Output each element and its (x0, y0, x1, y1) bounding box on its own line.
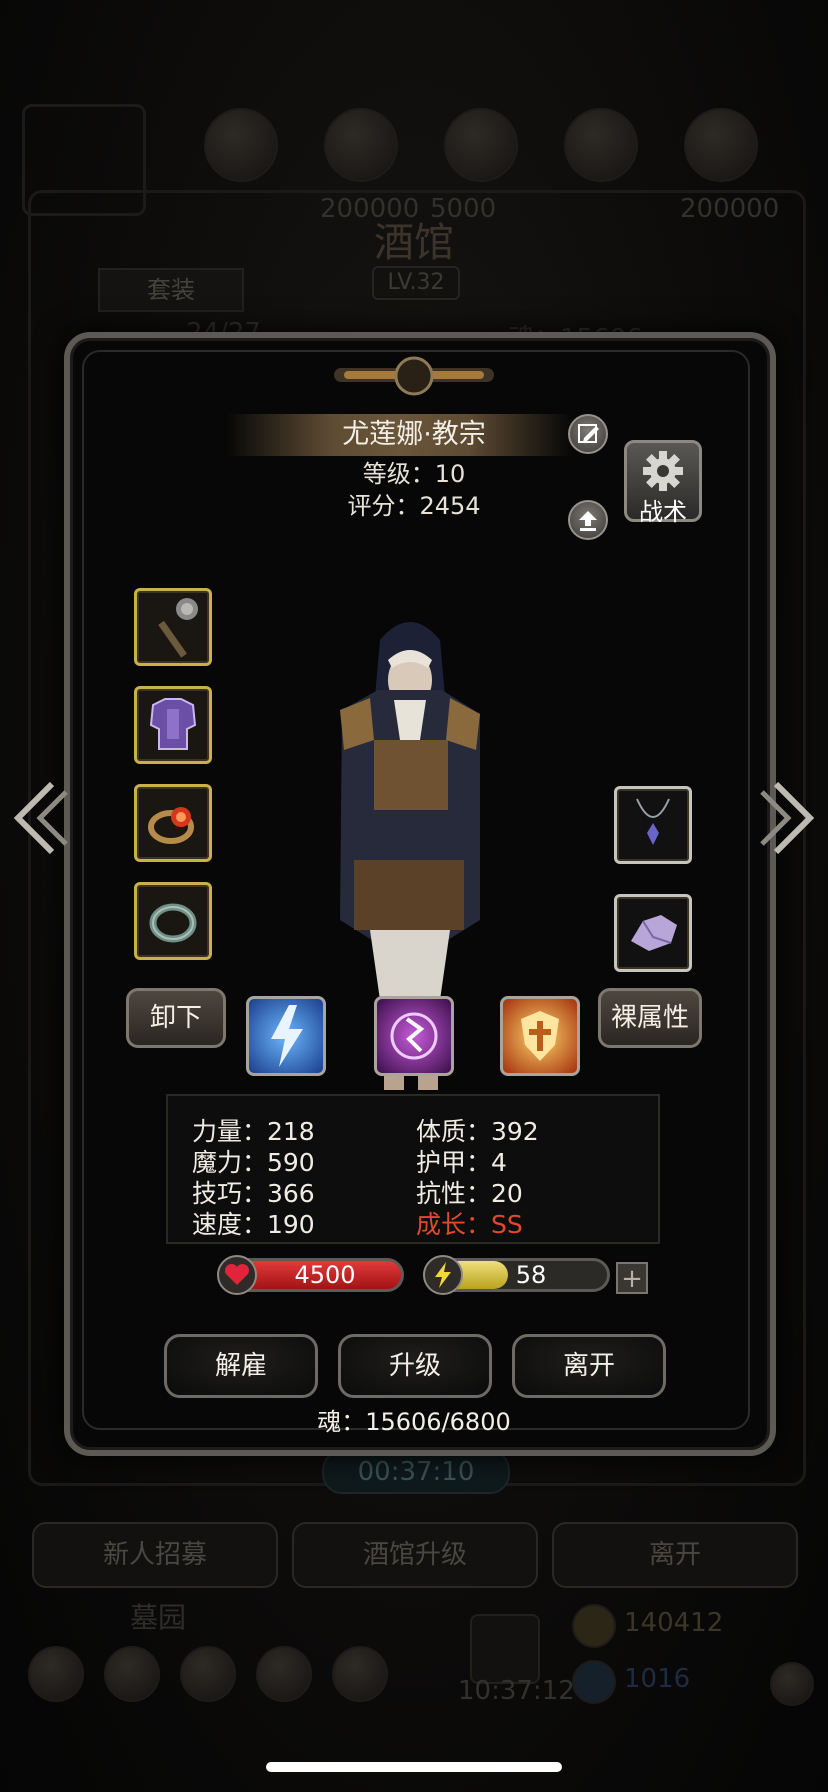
upgrade-button[interactable]: 升级 (338, 1334, 492, 1398)
clock: 10:37:12 (458, 1676, 575, 1706)
timer: 00:37:10 (322, 1450, 510, 1494)
prev-hero-arrow-icon[interactable] (12, 778, 68, 858)
hero-score: 评分：2454 (347, 492, 481, 520)
ruby-ring-icon (148, 807, 194, 844)
ring-slot-2[interactable] (134, 882, 212, 960)
gold-amount: 140412 (624, 1608, 724, 1638)
resource-icon (324, 108, 398, 182)
soul-counter: 魂：15606/6800 (317, 1408, 511, 1436)
skill-slot-2[interactable] (374, 996, 454, 1076)
edit-icon (578, 424, 599, 443)
crescent-emblem-icon (334, 356, 494, 396)
weapon-slot[interactable] (134, 588, 212, 666)
energy-value: 58 (515, 1261, 547, 1289)
tavern-level: LV.32 (372, 266, 460, 300)
unequip-button[interactable]: 卸下 (126, 988, 226, 1048)
tavern-upgrade-button: 酒馆升级 (292, 1522, 538, 1588)
jade-ring-icon (149, 903, 197, 943)
next-hero-arrow-icon[interactable] (760, 778, 816, 858)
gear-icon (643, 451, 683, 491)
gem-icon (572, 1660, 616, 1704)
hero-name: 尤莲娜·教宗 (342, 419, 486, 450)
holy-shield-skill-icon (521, 1011, 559, 1061)
resource-icon (444, 108, 518, 182)
set-tab: 套装 (98, 268, 244, 312)
share-button[interactable] (568, 500, 608, 540)
upload-icon (579, 511, 597, 531)
armor-slot[interactable] (134, 686, 212, 764)
amethyst-necklace-icon (636, 798, 670, 845)
resource-icon (564, 108, 638, 182)
graveyard-label: 墓园 (130, 1601, 187, 1634)
purple-sigil-skill-icon (390, 1012, 438, 1060)
nav-icon (256, 1646, 312, 1702)
base-attributes-button[interactable]: 裸属性 (598, 988, 702, 1048)
trinket-slot[interactable] (614, 894, 692, 972)
gem-amount: 1016 (624, 1664, 691, 1694)
hp-value: 4500 (294, 1261, 356, 1289)
home-indicator[interactable] (266, 1762, 562, 1772)
resource-icon (204, 108, 278, 182)
purple-armor-icon (149, 698, 197, 750)
tavern-title: 酒馆 (374, 220, 454, 266)
add-energy-button[interactable]: + (616, 1262, 648, 1294)
tavern-leave-button: 离开 (552, 1522, 798, 1588)
nav-icon (180, 1646, 236, 1702)
necklace-slot[interactable] (614, 786, 692, 864)
resource-icon (684, 108, 758, 182)
add-icon (770, 1662, 814, 1706)
dismiss-button[interactable]: 解雇 (164, 1334, 318, 1398)
amethyst-crystal-icon (631, 915, 677, 951)
lightning-skill-icon (271, 1005, 303, 1067)
stat-speed: 速度：190 (192, 1210, 315, 1239)
stat-growth: 成长：SS (416, 1210, 523, 1239)
skill-slot-1[interactable] (246, 996, 326, 1076)
tactics-label: 战术 (639, 498, 687, 526)
gold-icon (572, 1604, 616, 1648)
chest-icon (470, 1614, 540, 1684)
nav-icon (28, 1646, 84, 1702)
leave-button[interactable]: 离开 (512, 1334, 666, 1398)
nav-icon (104, 1646, 160, 1702)
ring-slot[interactable] (134, 784, 212, 862)
hero-level: 等级：10 (362, 460, 466, 488)
rename-button[interactable] (568, 414, 608, 454)
nav-icon (332, 1646, 388, 1702)
recruit-button: 新人招募 (32, 1522, 278, 1588)
mace-icon (158, 598, 198, 658)
skill-slot-3[interactable] (500, 996, 580, 1076)
